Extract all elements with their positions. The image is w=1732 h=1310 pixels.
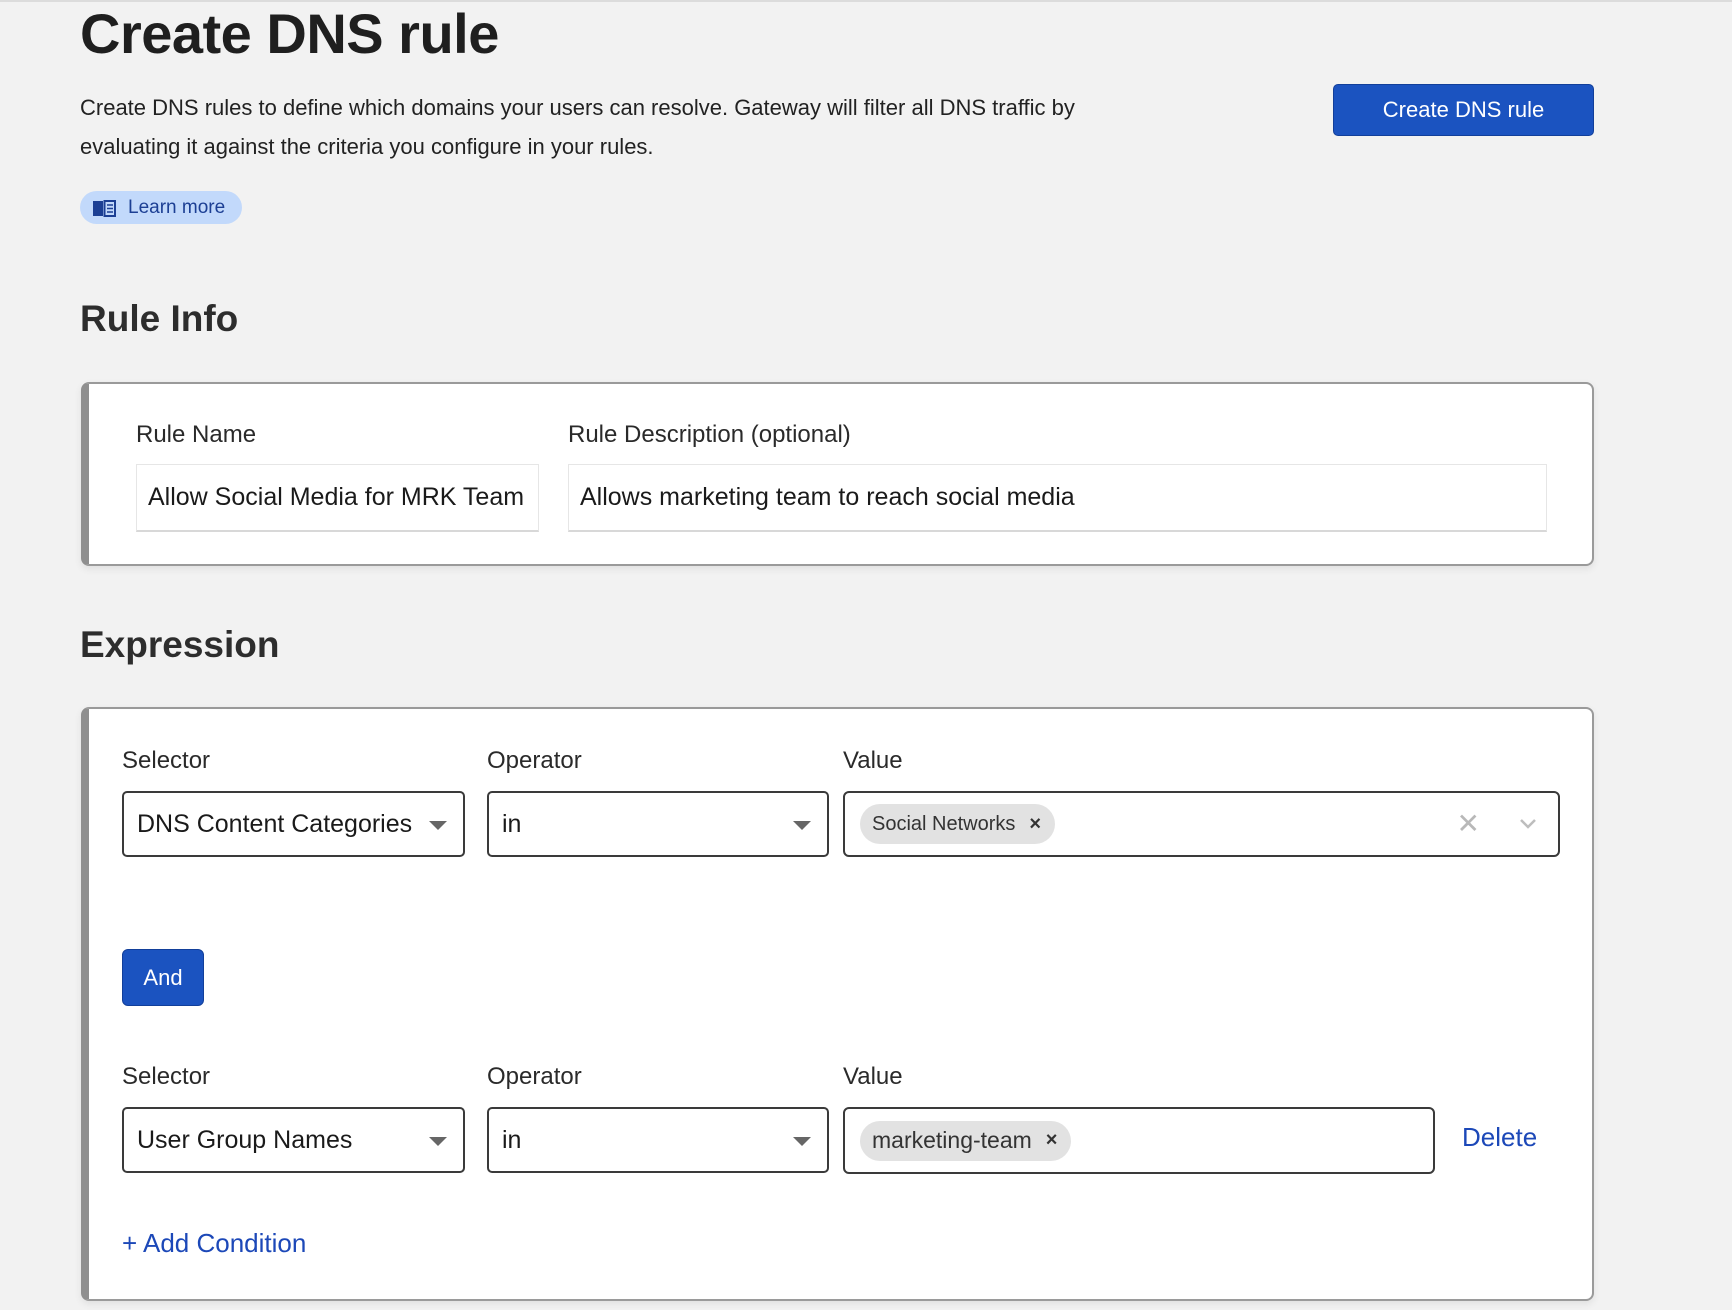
value-chip: Social Networks × — [860, 804, 1056, 844]
selector-dropdown[interactable]: DNS Content Categories — [122, 791, 465, 857]
value-label: Value — [843, 1063, 903, 1090]
operator-label: Operator — [487, 1063, 582, 1090]
value-label: Value — [843, 747, 903, 774]
caret-down-icon — [793, 1137, 811, 1146]
expression-heading: Expression — [80, 624, 280, 665]
operator-value: in — [502, 809, 522, 838]
rule-info-card: Rule Name Rule Description (optional) — [81, 382, 1594, 566]
caret-down-icon — [429, 821, 447, 830]
page-description: Create DNS rules to define which domains… — [80, 95, 1075, 159]
delete-condition-link[interactable]: Delete — [1462, 1122, 1537, 1153]
rule-name-input[interactable] — [136, 464, 539, 532]
add-condition-link[interactable]: + Add Condition — [122, 1228, 306, 1259]
value-multiselect[interactable]: Social Networks × ✕ — [843, 791, 1560, 857]
chevron-down-icon[interactable] — [1516, 811, 1540, 835]
selector-label: Selector — [122, 747, 211, 774]
selector-value: DNS Content Categories — [137, 809, 413, 838]
rule-name-label: Rule Name — [136, 421, 257, 448]
rule-description-input[interactable] — [568, 464, 1547, 532]
operator-value: in — [502, 1125, 522, 1154]
chip-label: Social Networks — [872, 812, 1016, 835]
selector-dropdown[interactable]: User Group Names — [122, 1107, 465, 1173]
learn-more-link[interactable]: Learn more — [80, 191, 242, 224]
value-chip: marketing-team × — [860, 1120, 1072, 1161]
caret-down-icon — [429, 1137, 447, 1146]
page-title: Create DNS rule — [80, 2, 499, 65]
and-button[interactable]: And — [122, 949, 204, 1006]
rule-info-heading: Rule Info — [80, 298, 239, 339]
expression-card: Selector Operator Value DNS Content Cate… — [81, 707, 1594, 1301]
operator-label: Operator — [487, 747, 582, 774]
rule-description-label: Rule Description (optional) — [568, 421, 851, 448]
clear-icon[interactable]: ✕ — [1457, 807, 1480, 840]
book-icon — [93, 199, 116, 217]
create-dns-rule-button[interactable]: Create DNS rule — [1333, 84, 1594, 136]
caret-down-icon — [793, 821, 811, 830]
selector-label: Selector — [122, 1063, 211, 1090]
selector-value: User Group Names — [137, 1125, 353, 1154]
operator-dropdown[interactable]: in — [487, 1107, 829, 1173]
chip-remove-icon[interactable]: × — [1046, 1129, 1058, 1152]
chip-remove-icon[interactable]: × — [1029, 813, 1041, 836]
value-multiselect[interactable]: marketing-team × — [843, 1107, 1435, 1174]
learn-more-label: Learn more — [128, 196, 226, 218]
operator-dropdown[interactable]: in — [487, 791, 829, 857]
chip-label: marketing-team — [872, 1127, 1032, 1153]
